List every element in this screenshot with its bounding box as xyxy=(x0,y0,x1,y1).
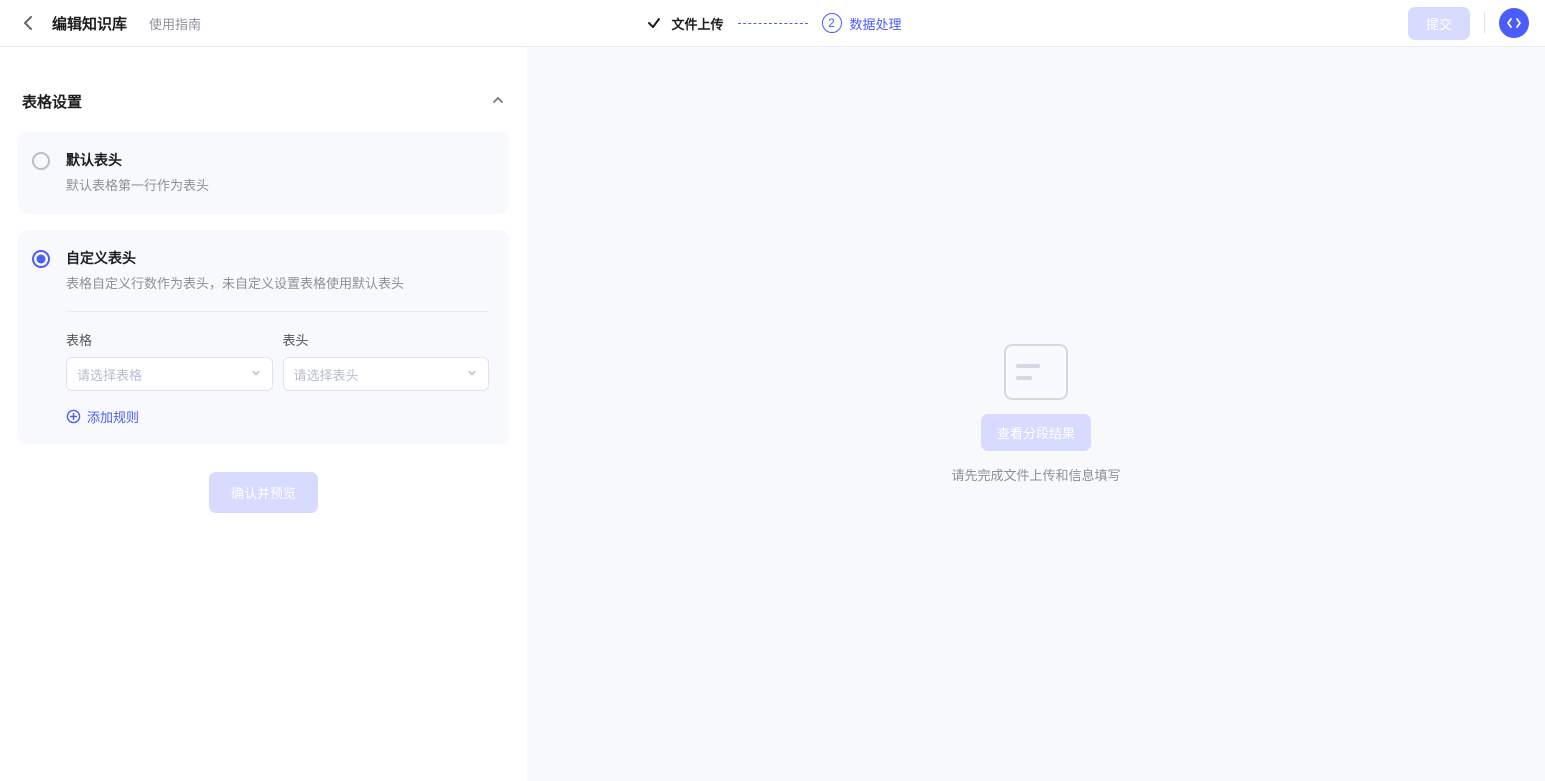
body: 表格设置 默认表头 默认表格第一行作为表头 自定义表头 表格自定义行数作为表头，… xyxy=(0,47,1545,781)
form-field-header: 表头 请选择表头 xyxy=(283,330,490,391)
document-icon xyxy=(1004,344,1068,400)
table-select[interactable]: 请选择表格 xyxy=(66,357,273,391)
option-body: 自定义表头 表格自定义行数作为表头，未自定义设置表格使用默认表头 表格 请选择表… xyxy=(66,248,489,427)
submit-button[interactable]: 提交 xyxy=(1408,7,1470,40)
chevron-left-icon xyxy=(23,15,33,31)
empty-hint: 请先完成文件上传和信息填写 xyxy=(951,465,1120,484)
select-placeholder: 请选择表格 xyxy=(77,365,142,384)
form-field-table: 表格 请选择表格 xyxy=(66,330,273,391)
empty-state: 查看分段结果 请先完成文件上传和信息填写 xyxy=(527,47,1545,781)
option-default-header[interactable]: 默认表头 默认表格第一行作为表头 xyxy=(18,132,509,214)
form-row: 表格 请选择表格 表头 请选择表头 xyxy=(66,330,489,391)
right-panel: 查看分段结果 请先完成文件上传和信息填写 xyxy=(527,47,1545,781)
check-icon xyxy=(643,13,663,33)
section-header: 表格设置 xyxy=(18,91,509,116)
left-panel: 表格设置 默认表头 默认表格第一行作为表头 自定义表头 表格自定义行数作为表头，… xyxy=(0,47,527,781)
confirm-preview-button[interactable]: 确认并预览 xyxy=(209,472,318,513)
back-button[interactable] xyxy=(16,11,40,35)
step-connector xyxy=(738,23,808,24)
view-segment-result-button[interactable]: 查看分段结果 xyxy=(981,414,1091,451)
divider xyxy=(1484,12,1485,34)
field-label: 表格 xyxy=(66,330,273,349)
radio-checked[interactable] xyxy=(32,250,50,268)
code-icon xyxy=(1506,15,1522,31)
step-file-upload[interactable]: 文件上传 xyxy=(643,13,723,33)
step-number-icon: 2 xyxy=(822,13,842,33)
steps: 文件上传 2 数据处理 xyxy=(643,13,901,33)
confirm-row: 确认并预览 xyxy=(18,472,509,513)
step-data-processing[interactable]: 2 数据处理 xyxy=(822,13,902,33)
option-title: 自定义表头 xyxy=(66,248,489,268)
header-right: 提交 xyxy=(1408,7,1529,40)
usage-guide-link[interactable]: 使用指南 xyxy=(149,14,201,33)
chevron-down-icon xyxy=(250,367,262,382)
radio-unchecked[interactable] xyxy=(32,152,50,170)
step-label: 数据处理 xyxy=(850,14,902,33)
code-button[interactable] xyxy=(1499,8,1529,38)
chevron-up-icon xyxy=(491,93,505,107)
step-label: 文件上传 xyxy=(671,14,723,33)
collapse-toggle[interactable] xyxy=(491,93,505,110)
section-title: 表格设置 xyxy=(22,91,82,112)
header-left: 编辑知识库 使用指南 xyxy=(16,11,201,35)
field-label: 表头 xyxy=(283,330,490,349)
chevron-down-icon xyxy=(466,367,478,382)
header: 编辑知识库 使用指南 文件上传 2 数据处理 提交 xyxy=(0,0,1545,47)
add-rule-label: 添加规则 xyxy=(87,407,139,426)
option-desc: 默认表格第一行作为表头 xyxy=(66,176,489,196)
option-custom-header[interactable]: 自定义表头 表格自定义行数作为表头，未自定义设置表格使用默认表头 表格 请选择表… xyxy=(18,230,509,445)
divider xyxy=(66,311,489,312)
select-placeholder: 请选择表头 xyxy=(294,365,359,384)
add-rule-button[interactable]: 添加规则 xyxy=(66,407,489,426)
plus-circle-icon xyxy=(66,409,81,424)
page-title: 编辑知识库 xyxy=(52,13,127,34)
option-desc: 表格自定义行数作为表头，未自定义设置表格使用默认表头 xyxy=(66,274,489,294)
header-select[interactable]: 请选择表头 xyxy=(283,357,490,391)
option-title: 默认表头 xyxy=(66,150,489,170)
option-body: 默认表头 默认表格第一行作为表头 xyxy=(66,150,489,196)
